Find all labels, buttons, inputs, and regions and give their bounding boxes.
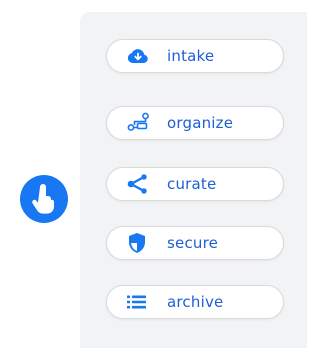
list-icon	[127, 292, 167, 312]
shield-icon	[127, 233, 167, 253]
organize-button[interactable]: organize	[106, 106, 284, 140]
hierarchy-icon	[127, 112, 167, 133]
intake-button[interactable]: intake	[106, 39, 284, 73]
secure-button[interactable]: secure	[106, 226, 284, 260]
tap-hand-icon	[20, 175, 68, 223]
curate-label: curate	[167, 175, 217, 193]
archive-label: archive	[167, 293, 224, 311]
archive-button[interactable]: archive	[106, 285, 284, 319]
organize-label: organize	[167, 114, 234, 132]
cloud-download-icon	[127, 46, 167, 66]
curate-button[interactable]: curate	[106, 167, 284, 201]
intake-label: intake	[167, 47, 215, 65]
share-icon	[127, 174, 167, 194]
secure-label: secure	[167, 234, 219, 252]
